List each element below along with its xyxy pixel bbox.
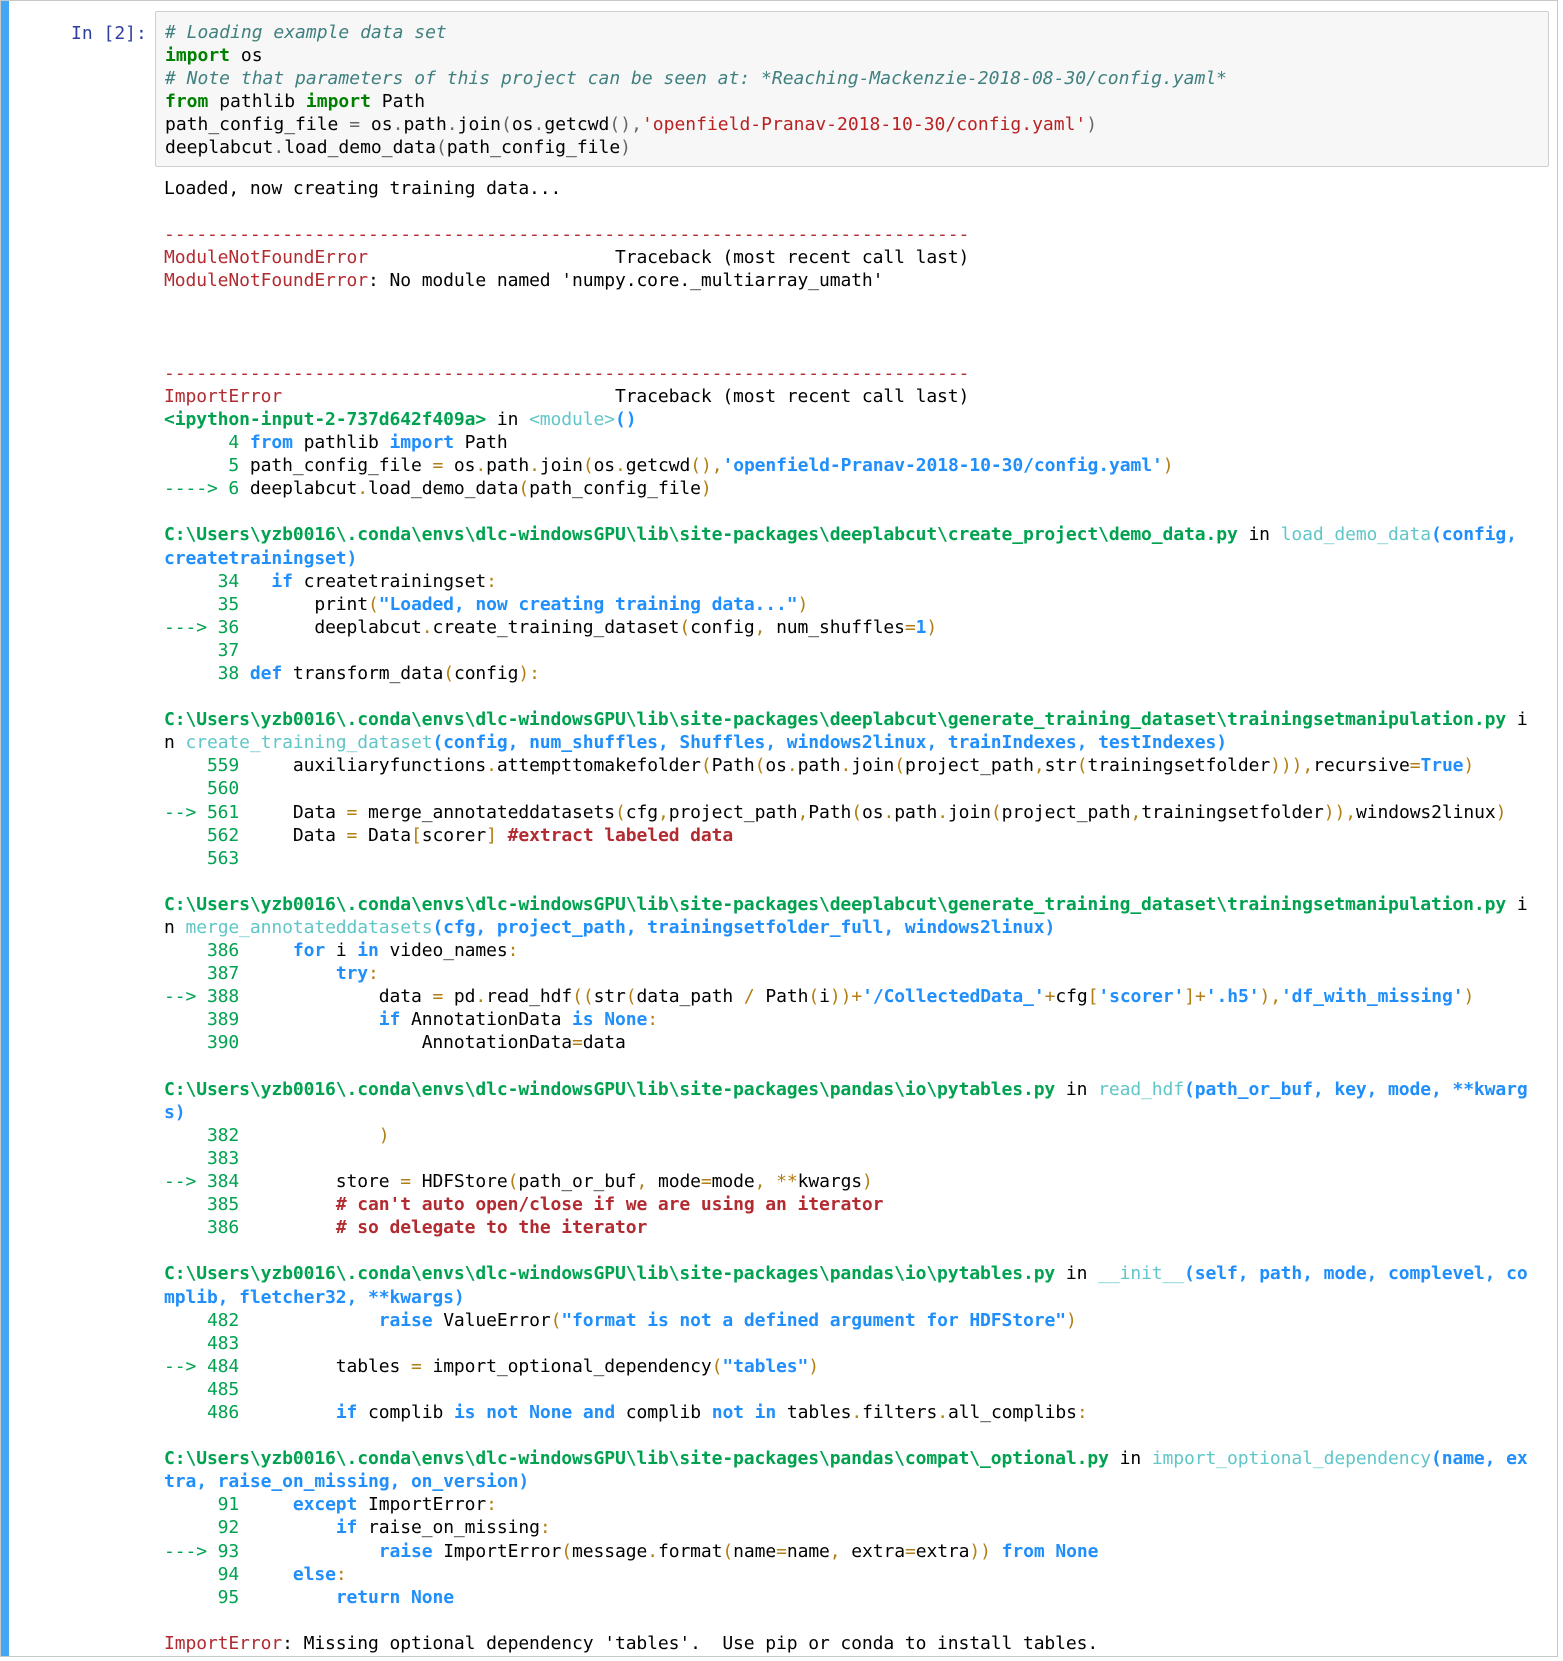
output-line: createtrainingset) xyxy=(164,547,358,569)
output-line: 562 Data = Data[scorer] #extract labeled… xyxy=(164,824,734,846)
output-line: 386 # so delegate to the iterator xyxy=(164,1217,648,1239)
output-line: ---> 93 raise ImportError(message.format… xyxy=(164,1540,1099,1562)
code-line: path_config_file = os.path.join(os.getcw… xyxy=(165,114,1098,135)
code-source[interactable]: # Loading example data set import os # N… xyxy=(165,21,1539,159)
code-line: # Loading example data set xyxy=(165,22,447,43)
output-line: 482 raise ValueError("format is not a de… xyxy=(164,1309,1077,1331)
output-line: 4 from pathlib import Path xyxy=(164,432,508,454)
output-line: <ipython-input-2-737d642f409a> in <modul… xyxy=(164,408,637,430)
output-line: 382 ) xyxy=(164,1124,390,1146)
input-prompt: In [2]: xyxy=(71,23,147,44)
output-line: 95 return None xyxy=(164,1586,454,1608)
output-line: ImportError Traceback (most recent call … xyxy=(164,385,970,407)
output-line: --> 388 data = pd.read_hdf((str(data_pat… xyxy=(164,986,1475,1008)
output-line: 386 for i in video_names: xyxy=(164,940,519,962)
output-line: C:\Users\yzb0016\.conda\envs\dlc-windows… xyxy=(164,1448,1528,1470)
output-line: n merge_annotateddatasets(cfg, project_p… xyxy=(164,917,1056,938)
output-line: 94 else: xyxy=(164,1563,347,1585)
output-line: C:\Users\yzb0016\.conda\envs\dlc-windows… xyxy=(164,1078,1528,1100)
output-line: 563 xyxy=(164,847,240,869)
output-line: 35 print("Loaded, now creating training … xyxy=(164,593,809,615)
output-line: 387 try: xyxy=(164,963,379,985)
selected-cell-indicator xyxy=(1,1,9,1656)
output-line: --> 484 tables = import_optional_depende… xyxy=(164,1355,820,1377)
output-line: 92 if raise_on_missing: xyxy=(164,1517,551,1539)
output-line: 485 xyxy=(164,1378,240,1400)
output-line: 483 xyxy=(164,1332,240,1354)
output-line: C:\Users\yzb0016\.conda\envs\dlc-windows… xyxy=(164,1263,1528,1285)
output-line: Loaded, now creating training data... xyxy=(164,178,562,199)
code-line: import os xyxy=(165,45,263,66)
output-line: ----------------------------------------… xyxy=(164,362,970,384)
output-line: 389 if AnnotationData is None: xyxy=(164,1009,658,1031)
output-line: C:\Users\yzb0016\.conda\envs\dlc-windows… xyxy=(164,709,1528,731)
output-line: 34 if createtrainingset: xyxy=(164,570,497,592)
output-line: 383 xyxy=(164,1147,240,1169)
code-editor[interactable]: # Loading example data set import os # N… xyxy=(155,11,1549,167)
code-line: from pathlib import Path xyxy=(165,91,426,112)
output-line: mplib, fletcher32, **kwargs) xyxy=(164,1286,465,1308)
output-line: ----------------------------------------… xyxy=(164,224,970,246)
output-line: n create_training_dataset(config, num_sh… xyxy=(164,732,1227,754)
output-line: tra, raise_on_missing, on_version) xyxy=(164,1471,530,1493)
traceback-output: Loaded, now creating training data... --… xyxy=(164,177,1554,1655)
output-line: 5 path_config_file = os.path.join(os.get… xyxy=(164,455,1174,477)
output-line: 559 auxiliaryfunctions.attempttomakefold… xyxy=(164,755,1475,777)
output-line: 390 AnnotationData=data xyxy=(164,1032,626,1054)
output-line: 91 except ImportError: xyxy=(164,1494,497,1516)
output-line: ImportError: Missing optional dependency… xyxy=(164,1632,1099,1654)
notebook-code-cell[interactable]: In [2]: # Loading example data set impor… xyxy=(0,0,1558,1657)
output-line: ---> 36 deeplabcut.create_training_datas… xyxy=(164,616,938,638)
output-line: s) xyxy=(164,1101,186,1123)
output-line: --> 561 Data = merge_annotateddatasets(c… xyxy=(164,801,1507,823)
cell-output: Loaded, now creating training data... --… xyxy=(164,177,1554,1655)
output-line: C:\Users\yzb0016\.conda\envs\dlc-windows… xyxy=(164,893,1528,915)
output-line: 385 # can't auto open/close if we are us… xyxy=(164,1194,884,1216)
output-line: 486 if complib is not None and complib n… xyxy=(164,1401,1088,1423)
output-line: --> 384 store = HDFStore(path_or_buf, mo… xyxy=(164,1171,873,1193)
output-line: 560 xyxy=(164,778,240,800)
output-line: 38 def transform_data(config): xyxy=(164,662,540,684)
code-line: deeplabcut.load_demo_data(path_config_fi… xyxy=(165,137,632,158)
output-line: ModuleNotFoundError Traceback (most rece… xyxy=(164,247,970,269)
output-line: ----> 6 deeplabcut.load_demo_data(path_c… xyxy=(164,478,712,500)
output-line: C:\Users\yzb0016\.conda\envs\dlc-windows… xyxy=(164,524,1517,546)
code-line: # Note that parameters of this project c… xyxy=(165,68,1228,89)
output-line: ModuleNotFoundError: No module named 'nu… xyxy=(164,270,884,292)
output-line: 37 xyxy=(164,639,240,661)
